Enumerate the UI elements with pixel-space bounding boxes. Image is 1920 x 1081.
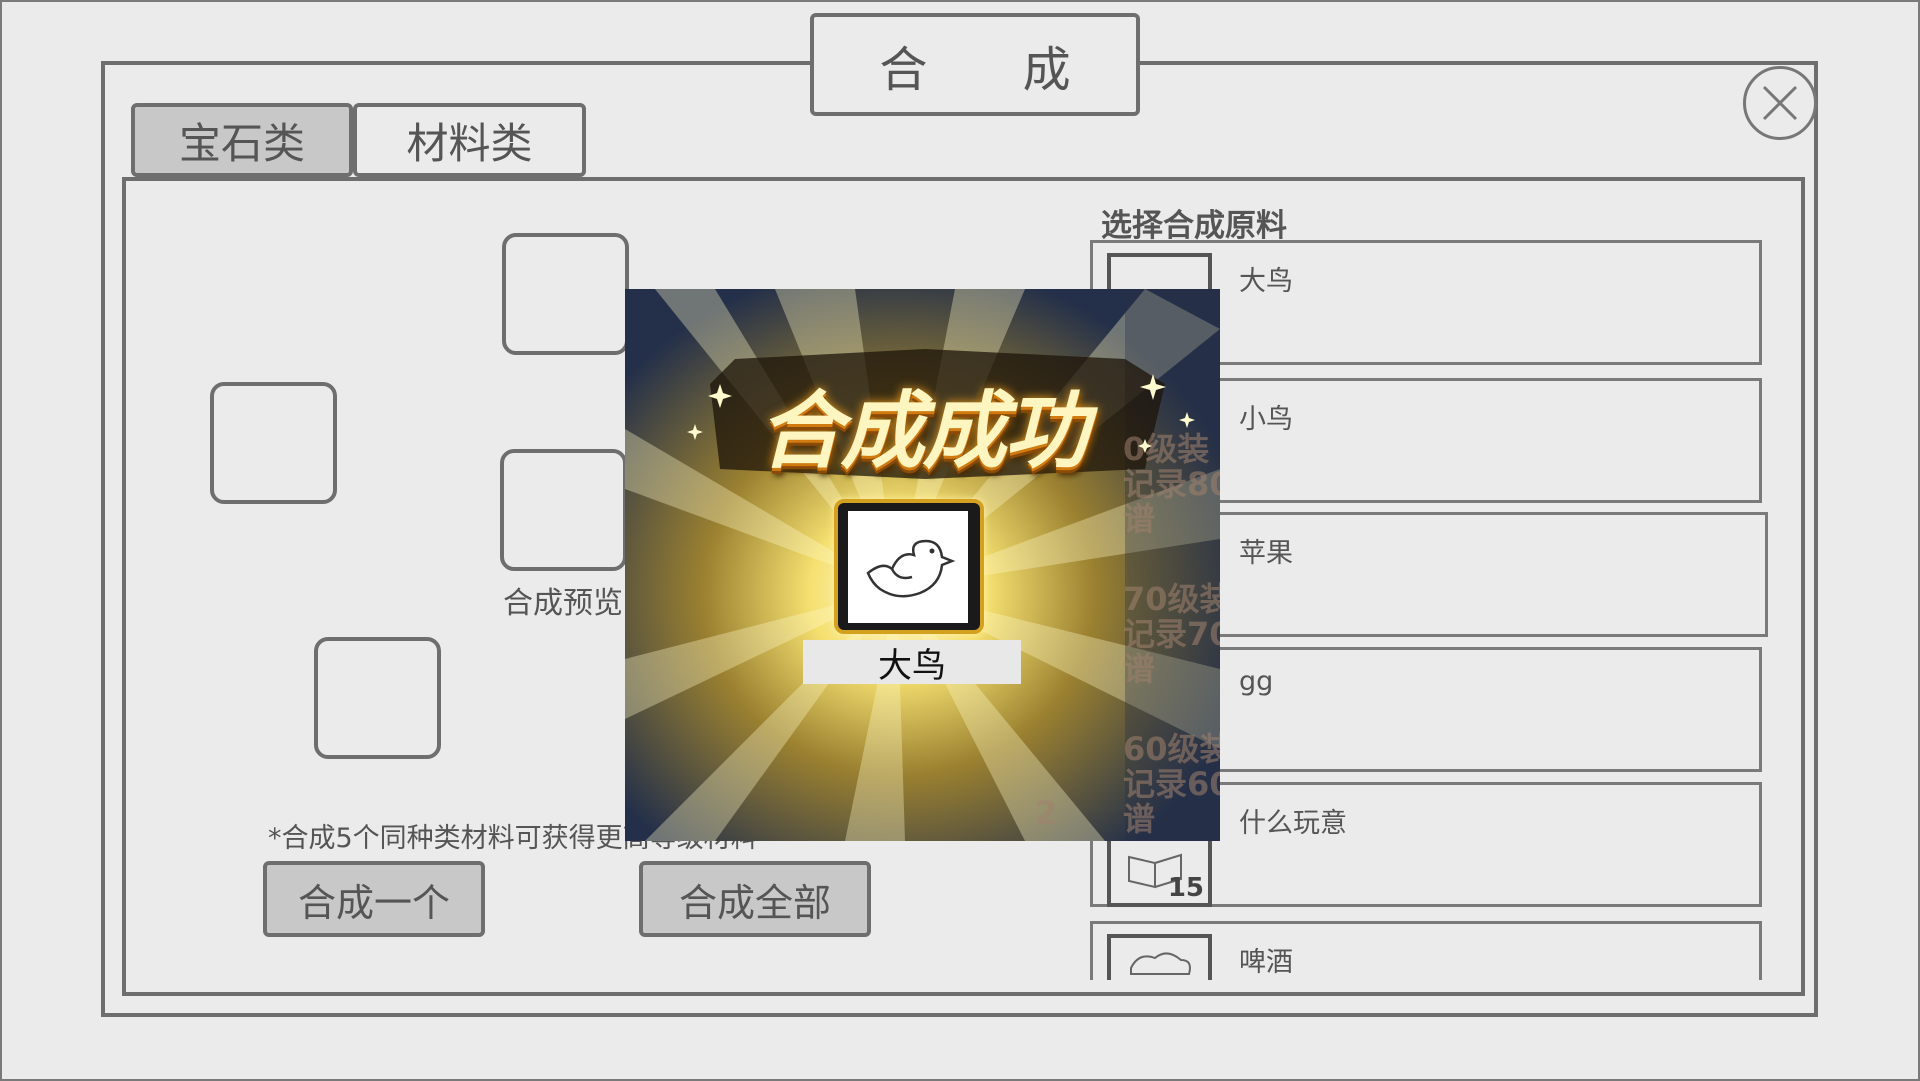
list-item-name: 大鸟 xyxy=(1239,266,1293,297)
list-item-name: 苹果 xyxy=(1239,538,1293,569)
list-item[interactable]: 啤酒 xyxy=(1090,921,1762,980)
synthesis-success-popup[interactable]: 0级装 记录80 谱 70级装 记录70 谱 60级装 记录60 谱 2 合成成… xyxy=(625,289,1220,841)
result-item-frame xyxy=(834,499,984,634)
material-slot-bottom[interactable] xyxy=(314,637,441,759)
bird-icon xyxy=(866,539,956,598)
sparkle-icon xyxy=(687,374,1195,453)
preview-slot xyxy=(500,449,627,571)
close-button[interactable] xyxy=(1743,66,1817,140)
beer-icon xyxy=(1107,934,1212,980)
tab-materials[interactable]: 材料类 xyxy=(353,103,586,177)
bg-text: 2 xyxy=(1035,794,1058,832)
preview-label: 合成预览 xyxy=(503,586,623,621)
list-item-name: gg xyxy=(1239,666,1274,697)
bg-text: 谱 xyxy=(1123,800,1156,838)
close-icon xyxy=(1762,85,1798,121)
list-item-name: 小鸟 xyxy=(1239,404,1293,435)
material-slot-left[interactable] xyxy=(210,382,337,504)
synthesize-one-button[interactable]: 合成一个 xyxy=(263,861,485,937)
material-slot-top[interactable] xyxy=(502,233,629,355)
list-item-name: 什么玩意 xyxy=(1239,808,1347,839)
synthesize-all-button[interactable]: 合成全部 xyxy=(639,861,871,937)
tab-gems[interactable]: 宝石类 xyxy=(131,103,353,177)
result-item-name: 大鸟 xyxy=(803,640,1021,686)
window-title: 合 成 xyxy=(810,13,1140,116)
item-count: 15 xyxy=(1167,873,1204,903)
bg-text: 谱 xyxy=(1123,650,1156,688)
list-item-name: 啤酒 xyxy=(1239,947,1293,978)
